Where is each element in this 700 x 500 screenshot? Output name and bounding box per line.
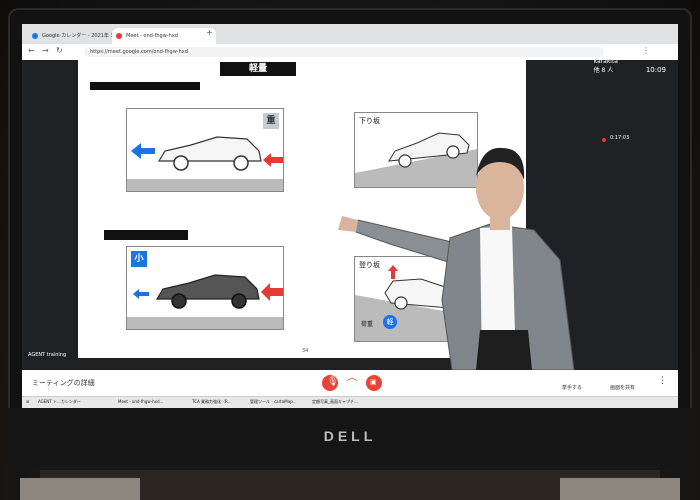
tab-meet[interactable]: Meet - ond-fhgw-hxd bbox=[112, 28, 216, 44]
clock: 10:09 bbox=[645, 66, 666, 74]
self-view-label: AGENT training bbox=[28, 352, 67, 358]
ground-strip bbox=[127, 179, 283, 191]
meet-favicon-icon bbox=[116, 33, 122, 39]
tab-label: Google カレンダー - 2021年 3月 bbox=[42, 33, 119, 39]
participant-info: karakita 他 8 人 bbox=[594, 58, 618, 74]
photo-scene: Google カレンダー - 2021年 3月 Meet - ond-fhgw-… bbox=[0, 0, 700, 500]
browser-tab-bar: Google カレンダー - 2021年 3月 Meet - ond-fhgw-… bbox=[22, 24, 678, 44]
recording-timer: 0:17:03 bbox=[610, 135, 630, 141]
new-tab-icon[interactable]: + bbox=[206, 28, 213, 37]
meeting-details-button[interactable]: ミーティングの詳細 bbox=[32, 378, 95, 388]
url-input[interactable]: https://meet.google.com/ond-fhgw-hxd bbox=[84, 47, 604, 57]
taskbar-item[interactable]: 管理ツール - cartoMap... bbox=[250, 399, 297, 405]
record-indicator-icon bbox=[602, 138, 606, 142]
taskbar-item[interactable]: AGENT ト...カレンダー bbox=[38, 399, 81, 405]
dark-suv-car-icon bbox=[155, 274, 260, 309]
slide-title: 軽量 bbox=[220, 62, 296, 76]
menu-icon[interactable]: ⋮ bbox=[642, 46, 650, 55]
back-icon[interactable]: ← bbox=[28, 46, 35, 55]
mic-off-icon: 🎙 bbox=[327, 377, 339, 387]
mic-off-button[interactable]: 🎙 bbox=[322, 375, 338, 391]
red-arrow-icon bbox=[263, 153, 283, 167]
laptop-foot-right bbox=[560, 478, 680, 500]
big-red-arrow-icon bbox=[261, 283, 283, 301]
raise-hand-button[interactable]: 挙手する bbox=[562, 384, 582, 391]
laptop-foot-left bbox=[20, 478, 140, 500]
blue-arrow-icon bbox=[131, 143, 155, 159]
tag-small: 小 bbox=[131, 251, 147, 267]
meet-controls-bar: ミーティングの詳細 🎙 ⌒ ▣ 挙手する 画面を共有 ⋮ bbox=[22, 370, 678, 396]
presenter-person bbox=[338, 147, 575, 370]
tab-calendar[interactable]: Google カレンダー - 2021年 3月 bbox=[28, 28, 122, 44]
camera-off-button[interactable]: ▣ bbox=[366, 375, 382, 391]
calendar-favicon-icon bbox=[32, 33, 38, 39]
laptop-screen: Google カレンダー - 2021年 3月 Meet - ond-fhgw-… bbox=[22, 24, 678, 408]
leave-call-button[interactable]: ⌒ bbox=[344, 375, 360, 391]
ground-strip bbox=[127, 317, 283, 329]
tag-heavy: 重 bbox=[263, 113, 279, 129]
tab-label: Meet - ond-fhgw-hxd bbox=[126, 33, 178, 39]
slide-page-marker: 34 bbox=[302, 348, 309, 354]
meet-stage: 軽量 大 重 下り坂 小 軽 登り坂 荷重 軽 34 karakita 他 8 … bbox=[22, 58, 678, 370]
browser-address-bar: ← → ↻ https://meet.google.com/ond-fhgw-h… bbox=[22, 44, 678, 61]
hangup-icon: ⌒ bbox=[347, 379, 357, 390]
taskbar-item[interactable]: Meet - ond-fhgw-hxd... bbox=[118, 399, 163, 404]
taskbar-item[interactable]: TCA 業務力強化（R... bbox=[192, 399, 231, 405]
panel-large-heavy: 大 重 bbox=[126, 108, 284, 192]
redacted-text-bar bbox=[104, 230, 188, 240]
dell-logo: DELL bbox=[323, 428, 377, 444]
reload-icon[interactable]: ↻ bbox=[56, 46, 63, 55]
suv-car-icon bbox=[157, 136, 262, 171]
start-button-icon[interactable]: ⊞ bbox=[26, 399, 29, 404]
forward-icon[interactable]: → bbox=[42, 46, 49, 55]
participant-count: 他 8 人 bbox=[593, 67, 614, 74]
present-now-button[interactable]: 画面を共有 bbox=[610, 384, 635, 391]
os-taskbar: ⊞ AGENT ト...カレンダー Meet - ond-fhgw-hxd...… bbox=[22, 396, 678, 408]
participant-name: karakita bbox=[593, 58, 618, 65]
redacted-text-bar bbox=[90, 82, 200, 90]
small-blue-arrow-icon bbox=[133, 289, 149, 299]
taskbar-item[interactable]: 定額写真_画面キャプチ... bbox=[312, 399, 358, 405]
camera-off-icon: ▣ bbox=[370, 378, 377, 386]
tag-light: 軽 bbox=[266, 254, 276, 264]
tag-large: 大 bbox=[134, 116, 144, 126]
panel-small-light: 小 軽 bbox=[126, 246, 284, 330]
more-options-icon[interactable]: ⋮ bbox=[658, 376, 667, 386]
